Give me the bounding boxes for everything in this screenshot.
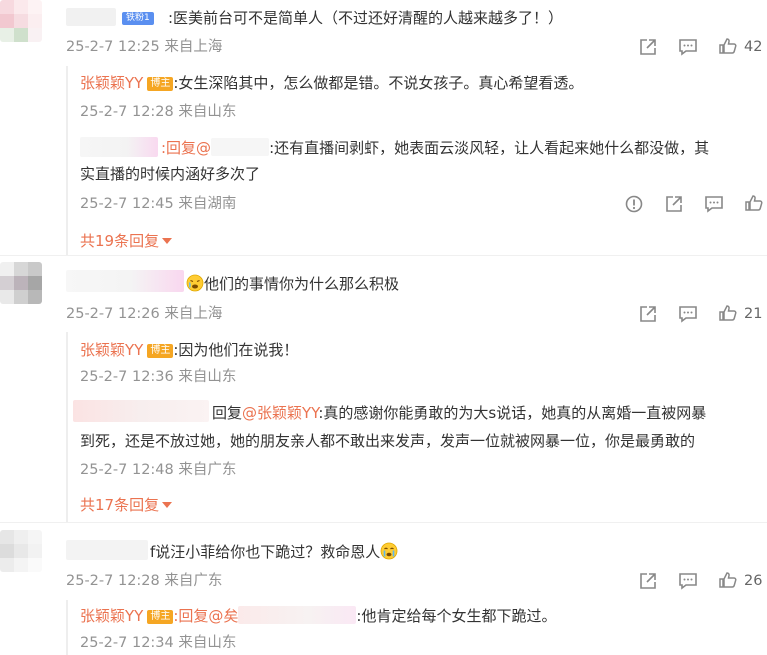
caret-down-icon [162,238,173,244]
comment-meta: 25-2-7 12:28 来自广东 [66,573,223,589]
avatar[interactable] [0,0,42,42]
share-icon[interactable] [638,571,658,591]
more-replies-link[interactable]: 共17条回复 [80,495,173,515]
reply-mention[interactable]: @张颖颖YY [242,404,318,422]
like-icon[interactable] [718,570,738,590]
fan-badge[interactable]: 铁粉1 [122,12,154,25]
share-icon[interactable] [638,304,658,324]
reply-2-line1: 回复@张颖颖YY:真的感谢你能勇敢的为大s说话，她真的从离婚一直被网暴 [212,403,706,423]
avatar[interactable] [0,262,42,304]
reply-1: 张颖颖YY 博主:女生深陷其中，怎么做都是错。不说女孩子。真心希望看透。 [80,73,583,93]
comment-icon[interactable] [678,571,698,591]
crying-face-emoji-icon [380,542,398,560]
like-icon[interactable] [718,36,738,56]
avatar[interactable] [0,530,42,572]
blogger-badge: 博主 [147,610,174,624]
reply-username-blurred[interactable] [80,137,158,157]
username-blurred[interactable] [66,8,116,26]
blogger-badge: 博主 [147,77,174,91]
comment-text-row: 他们的事情你为什么那么积极 [186,274,399,294]
reply-1: 张颖颖YY 博主:因为他们在说我！ [80,340,298,360]
reply-username-blurred[interactable] [73,400,209,422]
tired-face-emoji-icon [186,274,204,292]
like-count: 42 [744,39,763,55]
comment-meta: 25-2-7 12:25 来自上海 [66,39,223,55]
reply-text-line2: 到死，还是不放过她，她的朋友亲人都不敢出来发声，发声一位就被网暴一位，你是最勇敢… [80,432,696,450]
reply-meta: 25-2-7 12:48 来自广东 [80,462,237,478]
reply-prefix: 回复 [212,404,243,422]
username-blurred[interactable] [66,270,184,292]
comment-text: :医美前台可不是简单人（不过还好清醒的人越来越多了！） [168,9,564,27]
reply-text: :他肯定给每个女生都下跪过。 [356,607,557,625]
divider [0,255,767,256]
comment-meta: 25-2-7 12:26 来自上海 [66,306,223,322]
more-replies-label: 共17条回复 [80,496,160,514]
mention-blurred[interactable] [211,138,270,156]
share-icon[interactable] [638,37,658,57]
reply-1: 张颖颖YY 博主:回复@矣 :他肯定给每个女生都下跪过。 [80,606,556,626]
comment-text: 他们的事情你为什么那么积极 [204,275,400,293]
reply-thread-bar [66,600,68,655]
reply-username[interactable]: 张颖颖YY [80,74,143,92]
username-blurred[interactable] [66,540,148,560]
like-count: 26 [744,573,763,589]
reply-username[interactable]: 张颖颖YY [80,341,143,359]
reply-meta: 25-2-7 12:45 来自湖南 [80,196,237,212]
comment-icon[interactable] [678,304,698,324]
blogger-badge: 博主 [147,344,174,358]
share-icon[interactable] [664,194,684,214]
like-count: 21 [744,306,763,322]
comment-text: f说汪小菲给你也下跪过？救命恩人 [150,543,381,561]
reply-meta: 25-2-7 12:36 来自山东 [80,369,237,385]
comment-icon[interactable] [704,194,724,214]
reply-text: :因为他们在说我！ [173,341,299,359]
reply-text-line1: :真的感谢你能勇敢的为大s说话，她真的从离婚一直被网暴 [318,404,707,422]
reply-prefix[interactable]: :回复@矣 [173,607,238,625]
caret-down-icon [162,502,173,508]
reply-thread-bar [66,332,68,522]
reply-meta: 25-2-7 12:34 来自山东 [80,635,237,651]
more-replies-label: 共19条回复 [80,232,160,250]
mention-blurred[interactable] [238,606,357,624]
reply-2-line1: :回复@ :还有直播间剥虾，她表面云淡风轻，让人看起来她什么都没做，其 [161,138,709,158]
report-icon[interactable] [624,194,644,214]
reply-meta: 25-2-7 12:28 来自山东 [80,104,237,120]
comment-text-row: f说汪小菲给你也下跪过？救命恩人 [150,542,398,562]
like-icon[interactable] [718,303,738,323]
divider [0,522,767,523]
reply-prefix[interactable]: :回复@ [161,139,211,157]
reply-text: :女生深陷其中，怎么做都是错。不说女孩子。真心希望看透。 [173,74,584,92]
like-icon[interactable] [744,193,764,213]
reply-username[interactable]: 张颖颖YY [80,607,143,625]
reply-text-line1: :还有直播间剥虾，她表面云淡风轻，让人看起来她什么都没做，其 [269,139,710,157]
reply-thread-bar [66,66,68,256]
reply-text-line2: 实直播的时候内涵好多次了 [80,165,261,183]
comment-icon[interactable] [678,37,698,57]
more-replies-link[interactable]: 共19条回复 [80,231,173,251]
